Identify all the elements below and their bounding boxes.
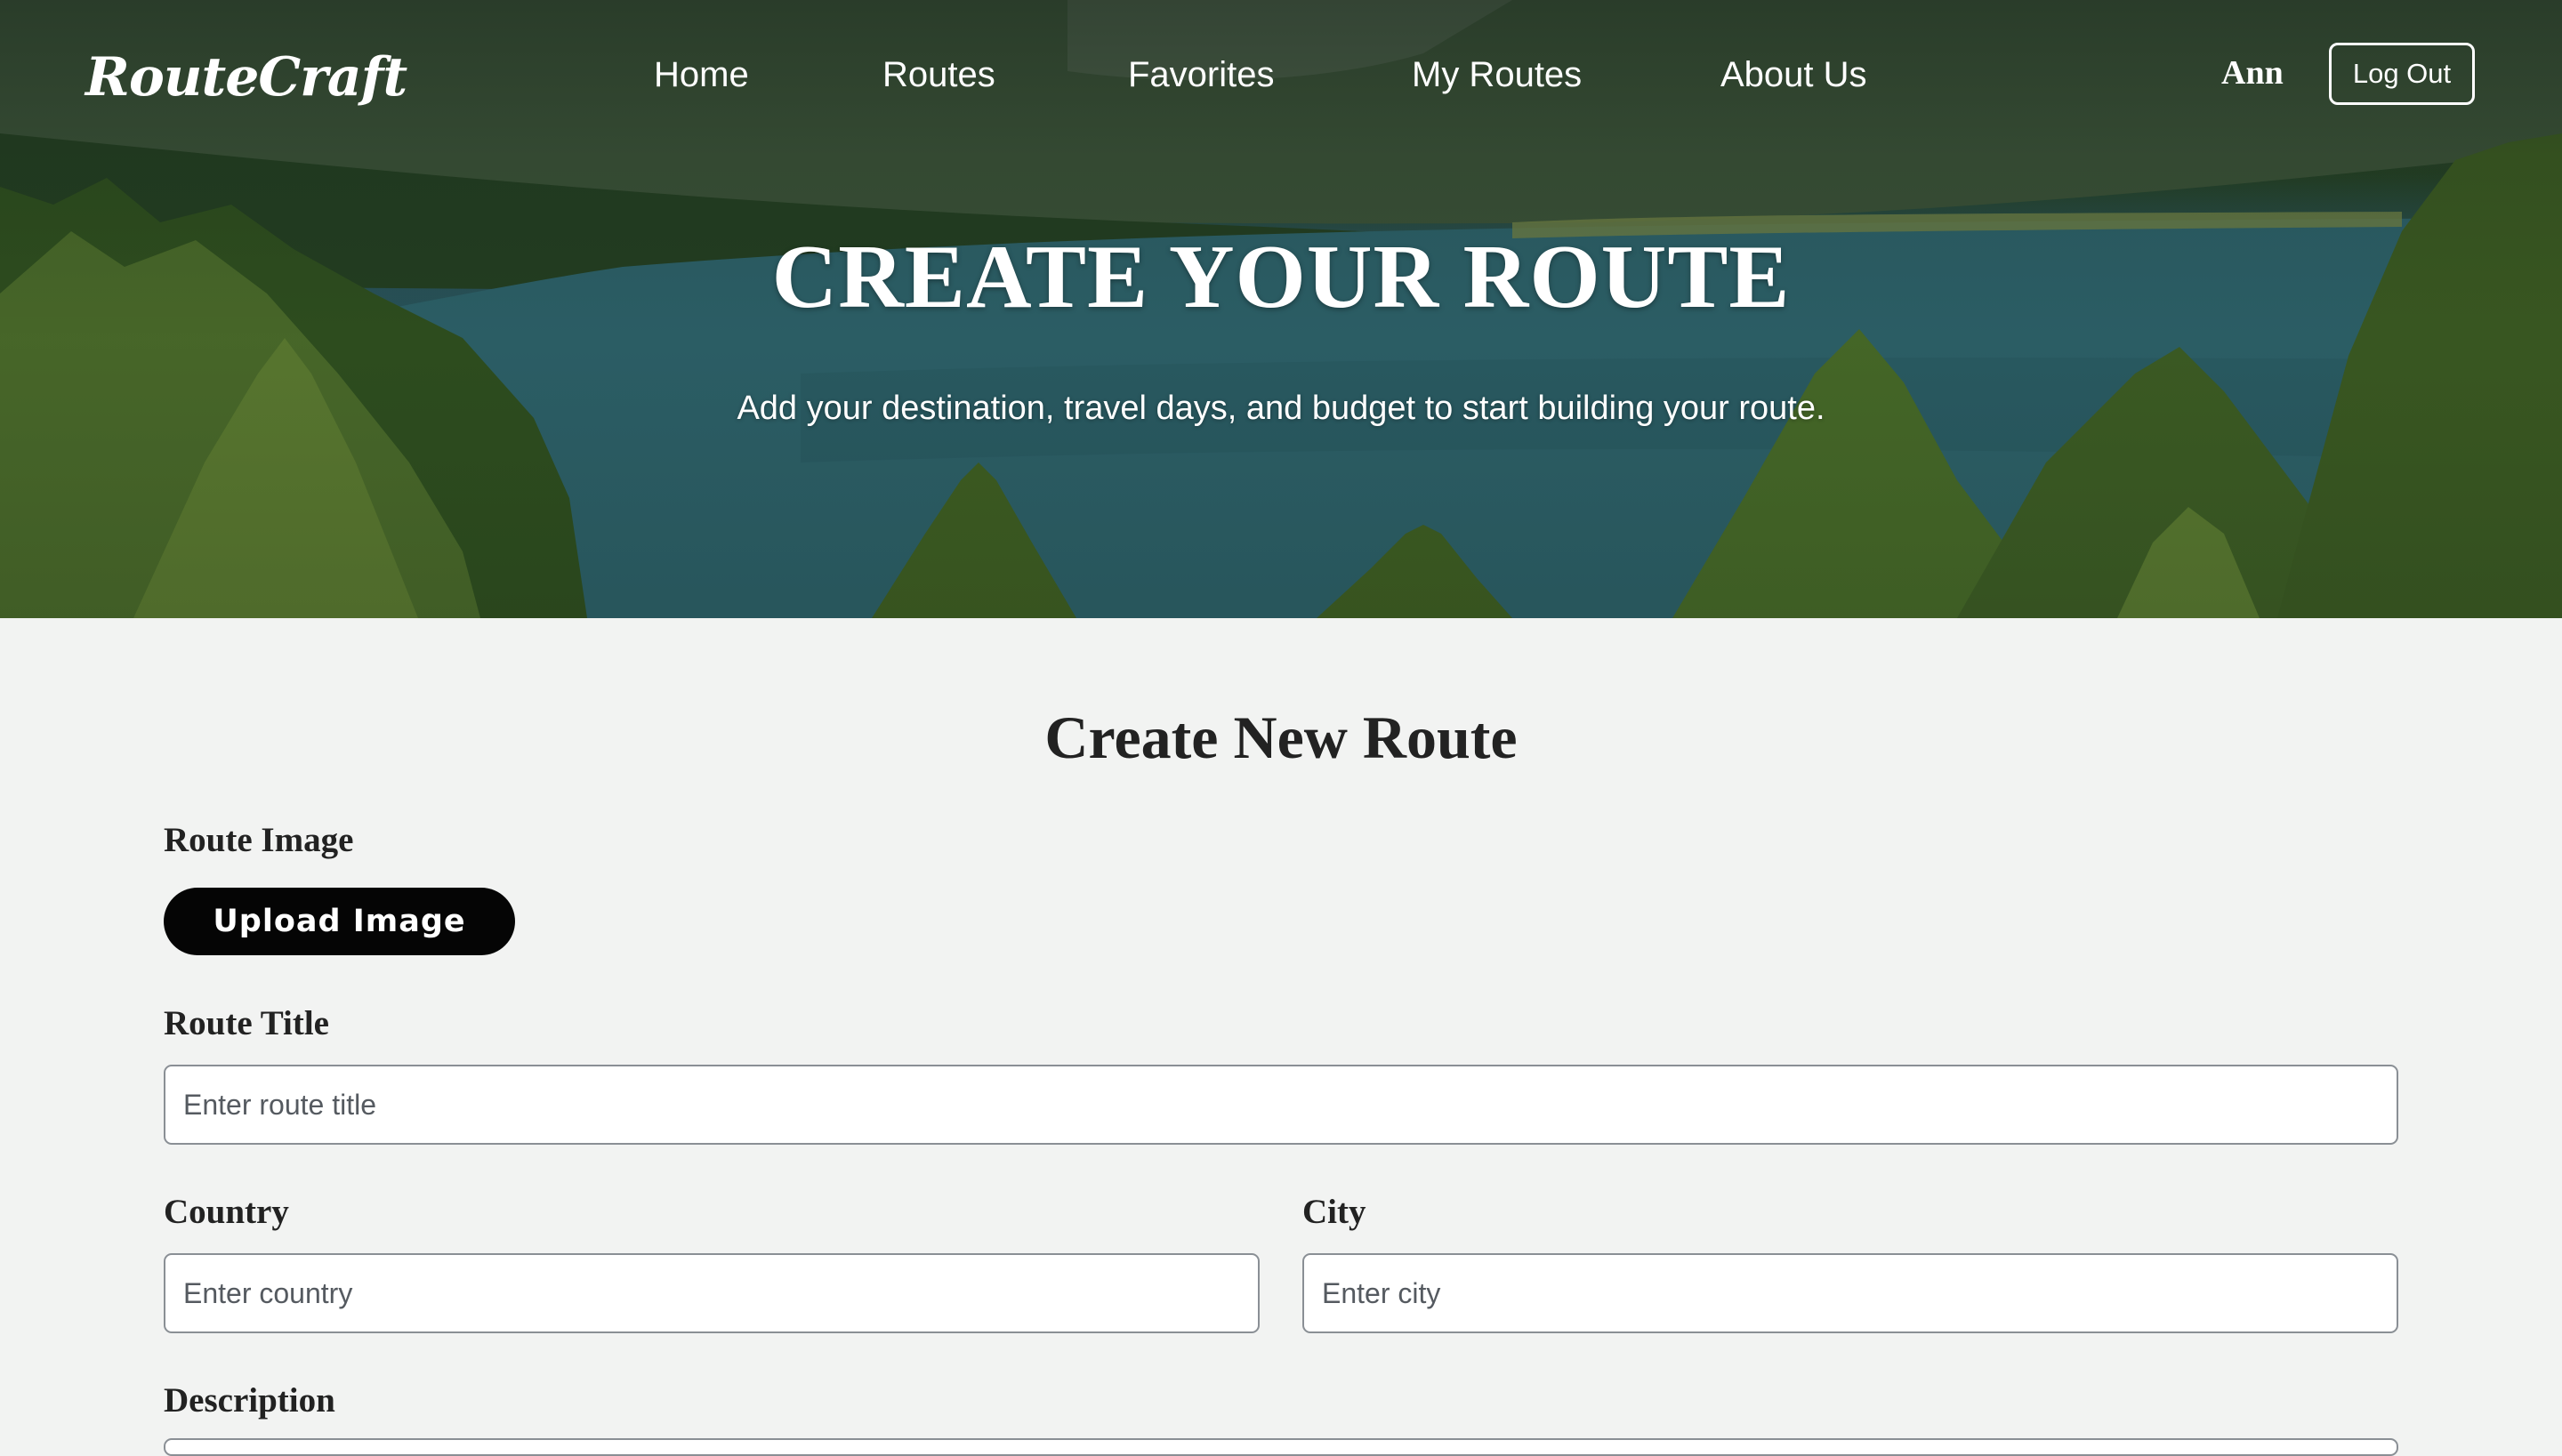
nav-item-about-us[interactable]: About Us [1720, 55, 1867, 95]
country-input[interactable] [164, 1253, 1260, 1333]
hero-subtitle: Add your destination, travel days, and b… [737, 390, 1825, 427]
upload-image-button[interactable]: Upload Image [164, 888, 515, 955]
city-label: City [1302, 1193, 1366, 1231]
description-textarea[interactable] [164, 1438, 2398, 1456]
route-image-label: Route Image [164, 821, 354, 859]
route-title-input[interactable] [164, 1065, 2398, 1145]
logout-button[interactable]: Log Out [2329, 43, 2475, 105]
hero-title: CREATE YOUR ROUTE [771, 227, 1791, 327]
route-title-label: Route Title [164, 1004, 329, 1042]
nav-item-home[interactable]: Home [654, 55, 749, 95]
user-name: Ann [2221, 54, 2284, 92]
nav-item-favorites[interactable]: Favorites [1128, 55, 1275, 95]
country-label: Country [164, 1193, 289, 1231]
nav-item-routes[interactable]: Routes [882, 55, 995, 95]
main-nav: Home Routes Favorites My Routes About Us [0, 55, 2562, 109]
description-label: Description [164, 1381, 335, 1420]
form-heading: Create New Route [1044, 704, 1518, 771]
city-input[interactable] [1302, 1253, 2398, 1333]
hero-banner: RouteCraft Home Routes Favorites My Rout… [0, 0, 2562, 618]
nav-item-my-routes[interactable]: My Routes [1412, 55, 1582, 95]
